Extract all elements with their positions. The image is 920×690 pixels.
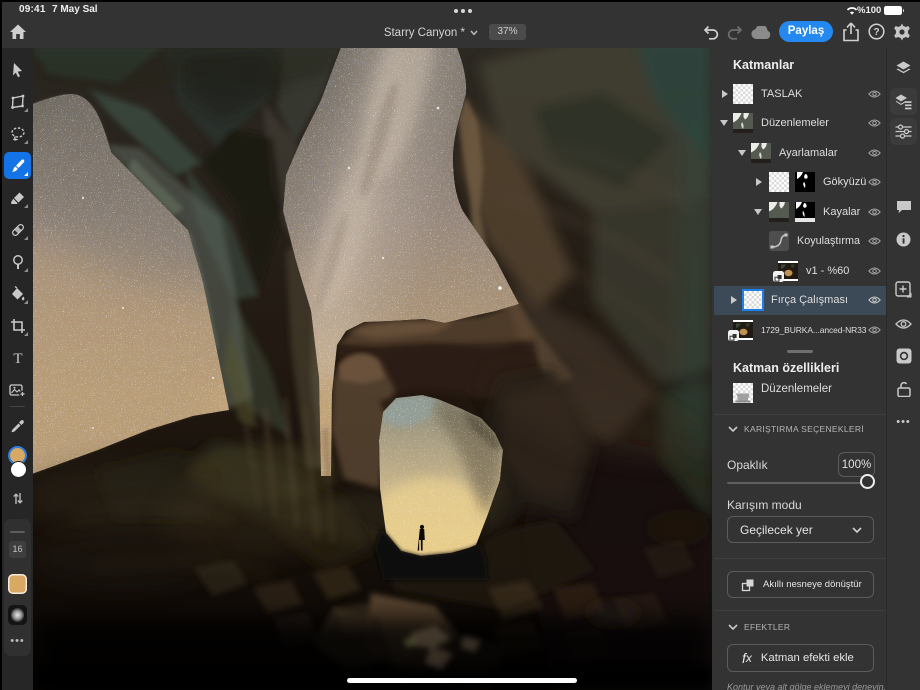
svg-text:T: T [13, 351, 22, 366]
svg-text:?: ? [873, 27, 879, 38]
